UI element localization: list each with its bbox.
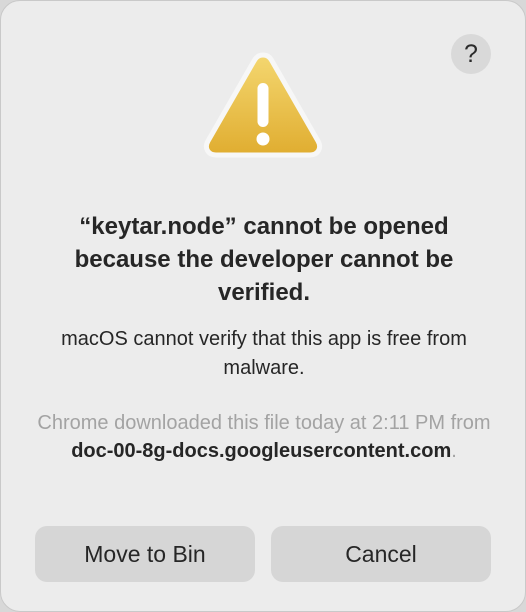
move-to-bin-button[interactable]: Move to Bin	[35, 526, 255, 582]
warning-triangle-icon	[203, 52, 323, 158]
cancel-button[interactable]: Cancel	[271, 526, 491, 582]
download-source-text: Chrome downloaded this file today at 2:1…	[31, 409, 497, 465]
dialog-message: macOS cannot verify that this app is fre…	[61, 328, 467, 379]
move-to-bin-label: Move to Bin	[84, 540, 206, 567]
source-prefix: Chrome downloaded this file today at 2:1…	[37, 412, 491, 434]
dialog-title: “keytar.node” cannot be opened because t…	[74, 213, 454, 306]
gatekeeper-alert-dialog: ? “keytar.node” cannot be opened because…	[0, 0, 526, 612]
help-icon: ?	[464, 39, 478, 68]
source-suffix: .	[451, 440, 457, 462]
source-host: doc-00-8g-docs.googleusercontent.com	[71, 440, 452, 462]
help-button[interactable]: ?	[451, 34, 491, 74]
cancel-label: Cancel	[345, 540, 417, 567]
